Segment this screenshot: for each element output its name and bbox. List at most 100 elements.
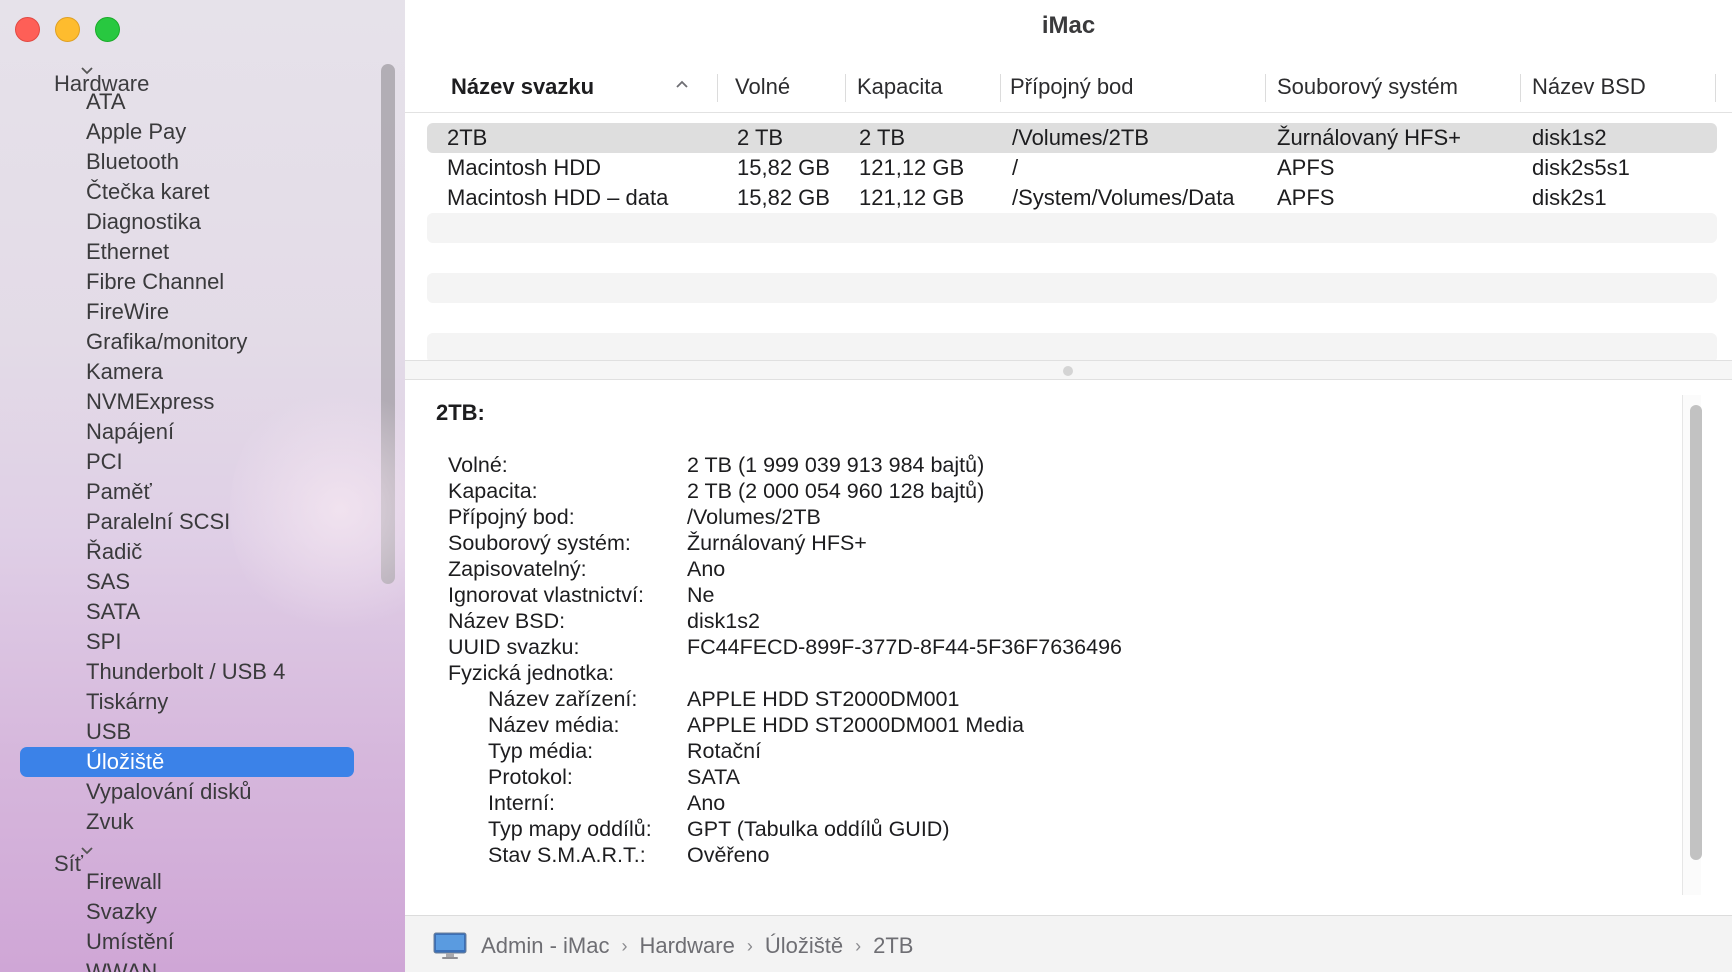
table-header: Název svazku Volné Kapacita Přípojný bod… bbox=[425, 70, 1717, 104]
property-row: Interní: Ano bbox=[448, 790, 1498, 816]
sidebar-item[interactable]: Apple Pay bbox=[0, 117, 380, 147]
property-key: Volné: bbox=[448, 453, 508, 477]
sidebar-item[interactable]: USB bbox=[0, 717, 380, 747]
sidebar-group-0[interactable]: Hardware bbox=[0, 57, 380, 96]
cell-file-system: Žurnálovaný HFS+ bbox=[1277, 125, 1462, 150]
property-key: Zapisovatelný: bbox=[448, 557, 587, 581]
sidebar-item[interactable]: Ethernet bbox=[0, 237, 380, 267]
cell-file-system: APFS bbox=[1277, 185, 1335, 210]
sidebar-item-label: Zvuk bbox=[86, 809, 134, 834]
sidebar-item-label: Vypalování disků bbox=[86, 779, 252, 804]
breadcrumb-item[interactable]: 2TB bbox=[873, 931, 913, 961]
sidebar-item[interactable]: Úložiště bbox=[0, 747, 380, 777]
sidebar-scrollbar[interactable] bbox=[381, 64, 395, 584]
sidebar-item[interactable]: FireWire bbox=[0, 297, 380, 327]
sidebar-item-label: NVMExpress bbox=[86, 389, 215, 414]
pane-splitter[interactable] bbox=[405, 360, 1732, 380]
empty-table-row bbox=[427, 213, 1717, 243]
sidebar-item-label: Svazky bbox=[86, 899, 157, 924]
sidebar-item[interactable]: SAS bbox=[0, 567, 380, 597]
sidebar-item[interactable]: Svazky bbox=[0, 897, 380, 927]
breadcrumb-item[interactable]: Hardware bbox=[639, 931, 734, 961]
cell-free: 15,82 GB bbox=[737, 185, 830, 210]
sidebar-group-1[interactable]: Síť bbox=[0, 837, 380, 876]
column-separator[interactable] bbox=[1000, 74, 1001, 102]
column-header-capacity[interactable]: Kapacita bbox=[857, 70, 943, 104]
property-key: Stav S.M.A.R.T.: bbox=[488, 843, 646, 867]
sidebar-item[interactable]: Řadič bbox=[0, 537, 380, 567]
column-header-free[interactable]: Volné bbox=[735, 70, 790, 104]
system-information-window: Hardware ATA Apple Pay Bluetooth Čtečka kare… bbox=[0, 0, 1732, 972]
sidebar-item[interactable]: Čtečka karet bbox=[0, 177, 380, 207]
property-value: /Volumes/2TB bbox=[687, 505, 821, 529]
sidebar-item[interactable]: NVMExpress bbox=[0, 387, 380, 417]
property-key: UUID svazku: bbox=[448, 635, 580, 659]
property-value: SATA bbox=[687, 765, 740, 789]
chevron-down-icon[interactable] bbox=[80, 845, 405, 857]
sidebar-item[interactable]: Tiskárny bbox=[0, 687, 380, 717]
main-pane: iMac Název svazku Volné Kapacita Přípojn… bbox=[405, 0, 1732, 972]
property-value: Ne bbox=[687, 583, 715, 607]
breadcrumb: Admin - iMac › Hardware › Úložiště › 2TB bbox=[433, 930, 913, 960]
sidebar-item[interactable]: Umístění bbox=[0, 927, 380, 957]
sidebar-item-label: Grafika/monitory bbox=[86, 329, 248, 354]
table-row[interactable]: Macintosh HDD – data 15,82 GB 121,12 GB/Sy… bbox=[427, 183, 1717, 213]
column-separator[interactable] bbox=[1520, 74, 1521, 102]
sidebar-item-label: FireWire bbox=[86, 299, 170, 324]
sidebar-item[interactable]: Napájení bbox=[0, 417, 380, 447]
detail-pane: 2TB: Volné: 2 TB (1 999 039 913 984 bajtů… bbox=[405, 380, 1732, 915]
column-header-bsd-name[interactable]: Název BSD bbox=[1532, 70, 1646, 104]
sidebar-item[interactable]: SATA bbox=[0, 597, 380, 627]
property-row: Souborový systém: Žurnálovaný HFS+ bbox=[448, 530, 1498, 556]
sidebar-item-label: Bluetooth bbox=[86, 149, 179, 174]
breadcrumb-item[interactable]: Úložiště bbox=[765, 931, 843, 961]
property-key: Souborový systém: bbox=[448, 531, 631, 555]
sidebar-tree: Hardware ATA Apple Pay Bluetooth Čtečka kare… bbox=[0, 57, 380, 972]
sidebar-item-label: Řadič bbox=[86, 539, 143, 564]
sidebar-item[interactable]: Zvuk bbox=[0, 807, 380, 837]
column-separator[interactable] bbox=[1715, 74, 1716, 102]
sidebar-item[interactable]: Vypalování disků bbox=[0, 777, 380, 807]
cell-capacity: 121,12 GB bbox=[859, 185, 965, 210]
column-separator[interactable] bbox=[717, 74, 718, 102]
sidebar-item[interactable]: Bluetooth bbox=[0, 147, 380, 177]
column-header-volume-name[interactable]: Název svazku bbox=[451, 70, 594, 104]
detail-scrollbar-thumb[interactable] bbox=[1690, 405, 1702, 860]
sidebar-item-label: Čtečka karet bbox=[86, 179, 210, 204]
sidebar-item[interactable]: Kamera bbox=[0, 357, 380, 387]
column-header-mount-point[interactable]: Přípojný bod bbox=[1010, 70, 1134, 104]
property-value: FC44FECD-899F-377D-8F44-5F36F7636496 bbox=[687, 635, 1122, 659]
sidebar-item-label: Thunderbolt / USB 4 bbox=[86, 659, 286, 684]
sidebar-item-label: ATA bbox=[86, 89, 126, 114]
table-row[interactable]: 2TB 2 TB 2 TB/Volumes/2TB Žurnálovaný HFS+ d… bbox=[427, 123, 1717, 153]
sidebar-item[interactable]: PCI bbox=[0, 447, 380, 477]
cell-volume-name: 2TB bbox=[447, 125, 488, 150]
cell-bsd-name: disk2s5s1 bbox=[1532, 155, 1630, 180]
table-row[interactable]: Macintosh HDD 15,82 GB 121,12 GB / APFS disk2… bbox=[427, 153, 1717, 183]
sidebar-item[interactable]: Diagnostika bbox=[0, 207, 380, 237]
zoom-window-button[interactable] bbox=[95, 17, 120, 42]
empty-table-row bbox=[427, 243, 1717, 273]
sidebar-item[interactable]: Fibre Channel bbox=[0, 267, 380, 297]
column-header-file-system[interactable]: Souborový systém bbox=[1277, 70, 1458, 104]
property-row: Volné: 2 TB (1 999 039 913 984 bajtů) bbox=[448, 452, 1498, 478]
breadcrumb-item[interactable]: Admin - iMac bbox=[481, 931, 609, 961]
cell-volume-name: Macintosh HDD bbox=[447, 155, 602, 180]
property-key: Typ média: bbox=[488, 739, 594, 763]
empty-table-row bbox=[427, 333, 1717, 363]
splitter-handle-icon[interactable] bbox=[1063, 366, 1073, 376]
minimize-window-button[interactable] bbox=[55, 17, 80, 42]
sidebar: Hardware ATA Apple Pay Bluetooth Čtečka kare… bbox=[0, 0, 405, 972]
sidebar-item-label: SAS bbox=[86, 569, 131, 594]
sidebar-item[interactable]: Grafika/monitory bbox=[0, 327, 380, 357]
sidebar-item[interactable]: Thunderbolt / USB 4 bbox=[0, 657, 380, 687]
sidebar-item[interactable]: Paměť bbox=[0, 477, 380, 507]
close-window-button[interactable] bbox=[15, 17, 40, 42]
sort-ascending-icon[interactable] bbox=[675, 79, 689, 89]
property-row: Ignorovat vlastnictví: Ne bbox=[448, 582, 1498, 608]
sidebar-item[interactable]: WWAN bbox=[0, 957, 380, 972]
sidebar-item[interactable]: Paralelní SCSI bbox=[0, 507, 380, 537]
column-separator[interactable] bbox=[845, 74, 846, 102]
sidebar-item[interactable]: SPI bbox=[0, 627, 380, 657]
column-separator[interactable] bbox=[1265, 74, 1266, 102]
